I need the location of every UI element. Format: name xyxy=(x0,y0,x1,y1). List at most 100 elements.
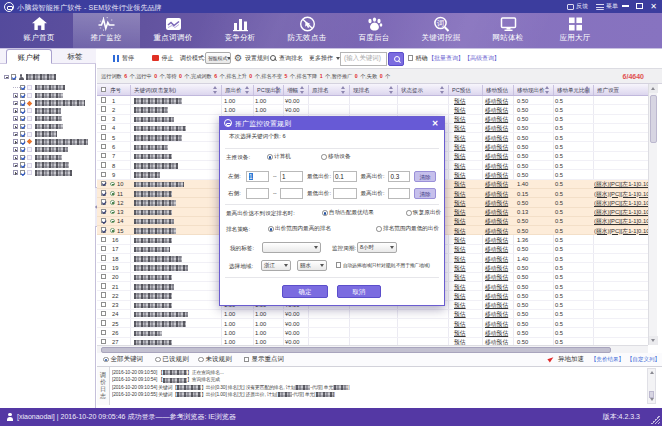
row-checkbox[interactable] xyxy=(101,227,106,232)
pc-estimate-link[interactable]: 预估 xyxy=(454,116,466,123)
table-row[interactable]: 241.001.00¥0.00预估移动预估0.500.5 xyxy=(97,310,648,319)
tree-checkbox[interactable] xyxy=(20,108,25,113)
pc-estimate-link[interactable]: 预估 xyxy=(454,218,466,225)
left-max-input[interactable]: 0.3 xyxy=(388,171,410,182)
sort-arrows-icon[interactable] xyxy=(245,86,250,94)
row-checkbox[interactable] xyxy=(101,265,106,270)
sort-arrows-icon[interactable] xyxy=(275,86,280,94)
right-to-input[interactable] xyxy=(280,188,303,199)
column-header-1[interactable]: 关键词(双击复制) xyxy=(134,84,222,96)
mobile-estimate-link[interactable]: 移动预估 xyxy=(485,172,508,179)
nav-item-2[interactable]: 推广监控 xyxy=(73,13,140,48)
tree-checkbox[interactable] xyxy=(20,155,25,160)
pc-estimate-link[interactable]: 预估 xyxy=(454,209,466,216)
pause-button[interactable]: 暂停 xyxy=(113,48,134,68)
pc-estimate-link[interactable]: 预估 xyxy=(454,144,466,151)
mobile-estimate-link[interactable]: 移动预估 xyxy=(485,293,508,300)
tab-labels[interactable]: 标签 xyxy=(52,49,98,64)
mobile-estimate-link[interactable]: 移动预估 xyxy=(485,321,508,328)
nav-item-7[interactable]: 词关键词挖掘 xyxy=(408,13,475,48)
expand-icon[interactable] xyxy=(13,124,18,129)
left-clear-button[interactable]: 清除 xyxy=(414,171,436,182)
row-checkbox[interactable] xyxy=(101,274,106,279)
exact-checkbox[interactable]: 精确 xyxy=(408,48,427,68)
adv-query-link[interactable]: 【高级查询】 xyxy=(464,48,500,68)
expand-icon[interactable] xyxy=(13,108,18,113)
table-horizontal-scrollbar[interactable] xyxy=(97,345,648,353)
mobile-estimate-link[interactable]: 移动预估 xyxy=(485,246,508,253)
right-from-input[interactable] xyxy=(246,188,269,199)
close-button[interactable]: ✕ xyxy=(647,0,660,13)
row-checkbox[interactable] xyxy=(101,125,106,130)
expand-icon[interactable] xyxy=(13,93,18,98)
tree-checkbox[interactable] xyxy=(20,170,25,175)
pc-estimate-link[interactable]: 预估 xyxy=(454,256,466,263)
log-scroll-thumb[interactable] xyxy=(649,391,654,398)
nav-item-6[interactable]: 百度后台 xyxy=(341,13,408,48)
promo-setting-link[interactable]: (丽水)[PC][左1-1]0.10~0.3 xyxy=(594,191,648,198)
sort-arrows-icon[interactable] xyxy=(585,86,590,94)
right-min-input[interactable] xyxy=(333,188,357,199)
pc-estimate-link[interactable]: 预估 xyxy=(454,330,466,337)
pc-estimate-link[interactable]: 预估 xyxy=(454,191,466,198)
mobile-estimate-link[interactable]: 移动预估 xyxy=(485,218,508,225)
pc-estimate-link[interactable]: 预估 xyxy=(454,163,466,170)
dialog-close-button[interactable]: ✕ xyxy=(430,117,440,130)
pc-estimate-link[interactable]: 预估 xyxy=(454,302,466,309)
log-scrollbar[interactable] xyxy=(647,368,656,404)
pc-estimate-link[interactable]: 预估 xyxy=(454,153,466,160)
mobile-estimate-link[interactable]: 移动预估 xyxy=(485,311,508,318)
tab-account-tree[interactable]: 账户树 xyxy=(6,49,52,64)
promo-setting-link[interactable]: (丽水)[PC][左1-1]0.10~0.3 xyxy=(594,228,648,235)
pc-estimate-link[interactable]: 预估 xyxy=(454,321,466,328)
right-clear-button[interactable]: 清除 xyxy=(414,188,436,199)
table-row[interactable]: 11.001.00¥0.00预估移动预估0.500.5 xyxy=(97,96,648,105)
cancel-button[interactable]: 取消 xyxy=(337,285,381,298)
left-to-input[interactable]: 1 xyxy=(280,171,303,182)
sort-arrows-icon[interactable] xyxy=(341,86,346,94)
mobile-estimate-link[interactable]: 移动预估 xyxy=(485,284,508,291)
tree-checkbox[interactable] xyxy=(20,124,25,129)
more-ops-button[interactable]: 更多操作 xyxy=(309,48,340,68)
scroll-down-button[interactable] xyxy=(649,336,658,345)
left-from-input[interactable]: 1 xyxy=(246,171,269,182)
row-checkbox[interactable] xyxy=(101,181,106,186)
tree-item[interactable] xyxy=(13,169,72,177)
collapse-expander-icon[interactable] xyxy=(4,75,9,80)
set-rules-button[interactable]: ⚙ 设置规则 xyxy=(234,48,269,68)
device-pc-radio[interactable]: 计算机 xyxy=(267,153,291,161)
minimize-button[interactable] xyxy=(619,0,632,13)
menu-button[interactable]: 菜单 xyxy=(596,0,618,13)
row-checkbox[interactable] xyxy=(101,302,106,307)
left-min-input[interactable]: 0.1 xyxy=(333,171,357,182)
expand-icon[interactable] xyxy=(13,116,18,121)
row-checkbox[interactable] xyxy=(101,134,106,139)
pc-estimate-link[interactable]: 预估 xyxy=(454,228,466,235)
tree-checkbox[interactable] xyxy=(20,100,25,105)
pc-estimate-link[interactable]: 预估 xyxy=(454,107,466,114)
pc-estimate-link[interactable]: 预估 xyxy=(454,172,466,179)
stop-button[interactable]: 停止 xyxy=(152,48,174,68)
nav-item-4[interactable]: 竞争分析 xyxy=(207,13,274,48)
expand-icon[interactable] xyxy=(13,139,18,144)
show-key-checkbox[interactable]: 显示重点词 xyxy=(244,353,284,366)
tree-checkbox[interactable] xyxy=(20,147,25,152)
strategy-highest-radio[interactable]: 出价范围内最高的排名 xyxy=(268,225,331,233)
pc-estimate-link[interactable]: 预估 xyxy=(454,200,466,207)
table-row[interactable]: 21.001.00¥0.00预估移动预估0.500.5 xyxy=(97,105,648,114)
sort-arrows-icon[interactable] xyxy=(300,86,305,94)
select-all-checkbox[interactable] xyxy=(101,87,106,92)
row-checkbox[interactable] xyxy=(101,209,106,214)
mobile-estimate-link[interactable]: 移动预估 xyxy=(485,125,508,132)
ok-button[interactable]: 确定 xyxy=(282,285,328,298)
tree-checkbox[interactable] xyxy=(20,139,25,144)
row-checkbox[interactable] xyxy=(101,339,106,344)
remote-accel-button[interactable]: 异地加速 xyxy=(548,353,584,366)
fallback-auto-radio[interactable]: 自动匹配最优结果 xyxy=(322,209,374,217)
column-header-8[interactable]: PC预估 xyxy=(452,84,483,96)
row-checkbox[interactable] xyxy=(101,255,106,260)
cycle-select[interactable]: 8小时 xyxy=(357,242,397,253)
nav-item-1[interactable]: 账户首页 xyxy=(6,13,73,48)
mobile-estimate-link[interactable]: 移动预估 xyxy=(485,135,508,142)
mobile-estimate-link[interactable]: 移动预估 xyxy=(485,256,508,263)
